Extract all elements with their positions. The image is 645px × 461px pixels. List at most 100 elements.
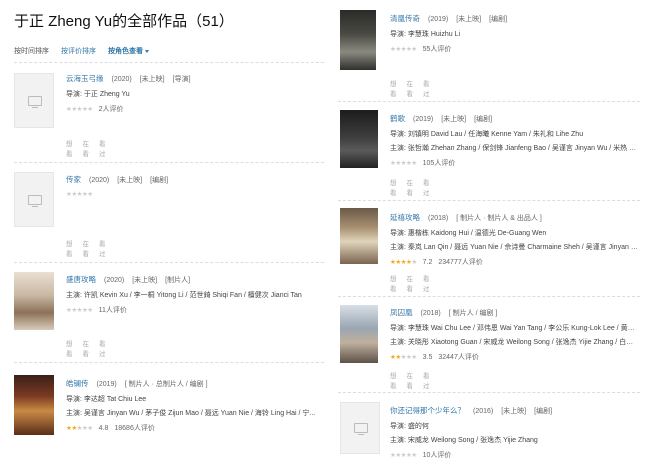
divider [338, 392, 640, 393]
doing-button[interactable]: 在看 [407, 370, 414, 390]
work-year: (2020) [104, 277, 125, 284]
work-title[interactable]: 清凰传奇 [390, 13, 420, 24]
work-year: (2018) [420, 310, 441, 317]
done-button[interactable]: 看过 [423, 177, 430, 197]
rating-stars: ★★★★★ [66, 425, 93, 432]
divider [338, 101, 640, 102]
work-role: [ 制片人 · 总制片人 / 编剧 ] [124, 381, 208, 388]
done-button[interactable]: 看过 [423, 273, 430, 293]
poster-image[interactable] [340, 110, 378, 168]
sort-by-rating-link[interactable]: 按评价排序 [61, 46, 96, 56]
doing-button[interactable]: 在看 [407, 273, 414, 293]
done-button[interactable]: 看过 [99, 238, 106, 258]
work-role: [编剧] [150, 177, 169, 184]
work-role: [编剧] [474, 116, 493, 123]
work-cast: 主演: 吴谨言 Jinyan Wu / 茅子俊 Zijun Mao / 聂远 Y… [66, 410, 316, 417]
divider [14, 62, 324, 63]
poster-image[interactable] [340, 208, 378, 264]
work-title[interactable]: 你还记得那个少年么？ [390, 405, 465, 416]
work-year: (2016) [473, 408, 494, 415]
work-director: 导演: 于正 Zheng Yu [66, 91, 130, 98]
work-role: [导演] [172, 76, 191, 83]
poster-image[interactable] [340, 10, 376, 70]
want-button[interactable]: 想看 [390, 273, 397, 293]
doing-button[interactable]: 在看 [83, 238, 90, 258]
work-cast: 主演: 关晓彤 Xiaotong Guan / 宋威龙 Weilong Song… [390, 339, 640, 346]
want-button[interactable]: 想看 [390, 370, 397, 390]
work-role: [制片人] [165, 277, 191, 284]
want-button[interactable]: 想看 [390, 177, 397, 197]
work-director: 导演: 刘镇明 David Lau / 任海曦 Kenne Yam / 朱礼和 … [390, 131, 584, 138]
work-year: (2019) [413, 116, 434, 123]
rating-stars: ★★★★★ [66, 307, 93, 314]
sort-by-role-dropdown[interactable]: 按角色查看 [108, 46, 149, 56]
rating-count: 2人评价 [98, 106, 124, 113]
work-title[interactable]: 凤囚凰 [390, 307, 413, 318]
done-button[interactable]: 看过 [99, 338, 106, 358]
work-status: [未上映] [456, 16, 482, 23]
work-status: [未上映] [132, 277, 158, 284]
page-title: 于正 Zheng Yu的全部作品（51） [14, 13, 234, 30]
doing-button[interactable]: 在看 [407, 177, 414, 197]
doing-button[interactable]: 在看 [407, 78, 414, 98]
work-year: (2018) [428, 215, 449, 222]
work-cast: 主演: 许凯 Kevin Xu / 李一桐 Yitong Li / 范世錡 Sh… [66, 292, 302, 299]
done-button[interactable]: 看过 [423, 78, 430, 98]
sort-by-role-label: 按角色查看 [108, 48, 143, 55]
work-role: [ 制片人 · 制片人 & 出品人 ] [456, 215, 542, 222]
work-year: (2019) [96, 381, 117, 388]
divider [338, 200, 640, 201]
work-title[interactable]: 延禧攻略 [390, 212, 420, 223]
monitor-icon [354, 423, 368, 435]
poster-image[interactable] [14, 272, 54, 330]
work-year: (2020) [89, 177, 110, 184]
poster-placeholder[interactable] [14, 172, 54, 227]
doing-button[interactable]: 在看 [83, 138, 90, 158]
rating-stars: ★★★★★ [390, 452, 417, 459]
work-status: [未上映] [501, 408, 527, 415]
monitor-icon [28, 194, 42, 207]
rating-count: 10人评价 [422, 452, 452, 459]
divider [14, 162, 324, 163]
work-title[interactable]: 皓镧传 [66, 378, 89, 389]
work-status: [未上映] [117, 177, 143, 184]
rating-stars: ★★★★★ [390, 160, 417, 167]
want-button[interactable]: 想看 [66, 338, 73, 358]
work-title[interactable]: 鹤歌 [390, 113, 405, 124]
rating-stars: ★★★★★ [66, 106, 93, 113]
work-title[interactable]: 盛唐攻略 [66, 274, 96, 285]
poster-image[interactable] [14, 375, 54, 435]
rating-count: 11人评价 [98, 307, 127, 314]
poster-placeholder[interactable] [340, 402, 380, 454]
want-button[interactable]: 想看 [66, 238, 73, 258]
work-director: 导演: 李慧珠 Huizhu Li [390, 31, 461, 38]
done-button[interactable]: 看过 [99, 138, 106, 158]
rating-count: 55人评价 [422, 46, 452, 53]
work-year: (2020) [111, 76, 132, 83]
work-director: 导演: 盛的何 [390, 423, 429, 430]
sort-by-time-link[interactable]: 按时间排序 [14, 46, 49, 56]
work-cast: 主演: 秦岚 Lan Qin / 聂远 Yuan Nie / 佘诗曼 Charm… [390, 244, 640, 251]
poster-placeholder[interactable] [14, 73, 54, 128]
divider [14, 362, 324, 363]
rating-count: 18686人评价 [114, 425, 155, 432]
caret-down-icon [145, 49, 149, 53]
rating-score: 4.8 [98, 424, 109, 432]
done-button[interactable]: 看过 [423, 370, 430, 390]
work-cast: 主演: 宋威龙 Weilong Song / 张逸杰 Yijie Zhang [390, 437, 538, 444]
want-button[interactable]: 想看 [66, 138, 73, 158]
rating-count: 105人评价 [422, 160, 456, 167]
divider [14, 262, 324, 263]
rating-score: 3.5 [422, 353, 433, 361]
rating-stars: ★★★★★ [390, 354, 417, 361]
doing-button[interactable]: 在看 [83, 338, 90, 358]
rating-stars: ★★★★★ [390, 259, 417, 266]
work-title[interactable]: 云海玉弓缘 [66, 73, 104, 84]
poster-image[interactable] [340, 305, 378, 363]
work-title[interactable]: 传家 [66, 174, 81, 185]
work-role: [编剧] [489, 16, 508, 23]
work-director: 导演: 李达超 Tat Chiu Lee [66, 396, 147, 403]
monitor-icon [28, 95, 42, 108]
work-director: 导演: 惠楷栋 Kaidong Hui / 温德光 De-Guang Wen [390, 230, 547, 237]
want-button[interactable]: 想看 [390, 78, 397, 98]
